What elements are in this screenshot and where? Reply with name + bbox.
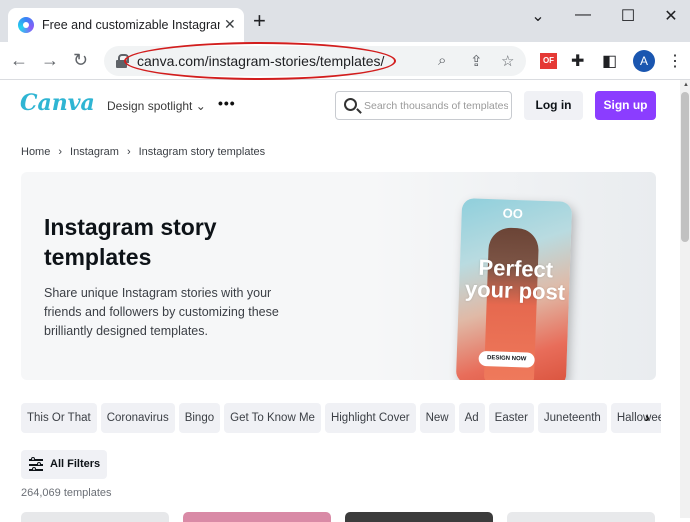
- all-filters-label: All Filters: [50, 458, 101, 470]
- reload-icon[interactable]: ↻: [73, 50, 88, 71]
- template-thumbnail[interactable]: [21, 512, 169, 522]
- chip-highlight-cover[interactable]: Highlight Cover: [324, 403, 416, 433]
- template-thumbnail[interactable]: [507, 512, 655, 522]
- zoom-icon[interactable]: ⌕: [438, 52, 446, 69]
- back-arrow-icon[interactable]: ←: [10, 50, 28, 71]
- phone-headline: Perfect your post: [464, 254, 566, 305]
- profile-avatar[interactable]: A: [633, 50, 655, 72]
- minimize-button[interactable]: —: [568, 6, 598, 26]
- canva-page: Canva Design spotlight ⌄ ••• Log in Sign…: [0, 80, 690, 522]
- search-box[interactable]: [335, 91, 512, 120]
- search-icon: [344, 98, 357, 111]
- chip-this-or-that[interactable]: This Or That: [21, 403, 97, 433]
- browser-toolbar: ← → ↻ canva.com/instagram-stories/templa…: [0, 42, 690, 80]
- filter-sliders-icon: [29, 457, 43, 471]
- side-panel-icon[interactable]: ◧: [602, 51, 617, 71]
- maximize-button[interactable]: ☐: [613, 6, 643, 26]
- chip-ad[interactable]: Ad: [458, 403, 485, 433]
- scroll-up-icon[interactable]: ▲: [683, 82, 689, 88]
- close-window-button[interactable]: ✕: [656, 6, 686, 26]
- page-scrollbar[interactable]: ▲: [680, 80, 690, 518]
- scroll-thumb[interactable]: [681, 92, 689, 242]
- browser-menu-icon[interactable]: ⋮: [667, 51, 683, 71]
- breadcrumb: Home › Instagram › Instagram story templates: [21, 146, 265, 158]
- template-count: 264,069 templates: [21, 487, 112, 499]
- design-spotlight-menu[interactable]: Design spotlight ⌄: [107, 99, 206, 113]
- chip-juneteenth[interactable]: Juneteenth: [537, 403, 607, 433]
- template-thumbnail[interactable]: [345, 512, 493, 522]
- hero-description: Share unique Instagram stories with your…: [44, 286, 279, 338]
- bookmark-star-icon[interactable]: ☆: [501, 52, 514, 70]
- canva-logo[interactable]: Canva: [20, 90, 95, 116]
- chip-get-to-know-me[interactable]: Get To Know Me: [224, 403, 321, 433]
- login-button[interactable]: Log in: [524, 91, 583, 120]
- phone-logo: OO: [502, 205, 524, 222]
- breadcrumb-current: Instagram story templates: [138, 146, 266, 158]
- template-thumbnail[interactable]: [183, 512, 331, 522]
- chevron-right-icon: ›: [126, 146, 131, 158]
- extension-badge-icon[interactable]: OF: [540, 53, 557, 69]
- hero-banner: Instagram story templates Share unique I…: [21, 172, 656, 380]
- share-icon[interactable]: ⇪: [470, 52, 483, 70]
- browser-tab-bar: Free and customizable Instagram story te…: [0, 0, 690, 42]
- chip-halloween[interactable]: Halloween: [610, 403, 661, 433]
- search-input[interactable]: [364, 98, 508, 114]
- new-tab-button[interactable]: +: [253, 10, 266, 32]
- category-chips: This Or That Coronavirus Bingo Get To Know …: [21, 403, 661, 433]
- forward-arrow-icon[interactable]: →: [41, 50, 59, 71]
- tab-close-icon[interactable]: ✕: [224, 16, 236, 33]
- breadcrumb-instagram[interactable]: Instagram: [70, 146, 119, 158]
- chip-new[interactable]: New: [419, 403, 455, 433]
- red-annotation-circle: [124, 42, 396, 80]
- canva-favicon-icon: [18, 17, 34, 33]
- chevron-right-icon: ›: [58, 146, 63, 158]
- chip-bingo[interactable]: Bingo: [178, 403, 221, 433]
- extensions-puzzle-icon[interactable]: ✚: [571, 51, 584, 71]
- chevron-right-icon[interactable]: ›: [645, 409, 650, 425]
- more-menu-icon[interactable]: •••: [218, 95, 236, 111]
- tab-title: Free and customizable Instagram story te…: [42, 18, 220, 32]
- signup-button[interactable]: Sign up: [595, 91, 656, 120]
- phone-cta-button: DESIGN NOW: [478, 350, 535, 368]
- all-filters-button[interactable]: All Filters: [21, 450, 107, 479]
- browser-tab[interactable]: Free and customizable Instagram story te…: [8, 8, 244, 42]
- chip-coronavirus[interactable]: Coronavirus: [100, 403, 175, 433]
- hero-phone-image: OO Perfect your post DESIGN NOW: [455, 198, 573, 380]
- tab-search-dropdown-icon[interactable]: ⌄: [523, 6, 553, 26]
- page-title: Instagram story templates: [44, 214, 217, 270]
- breadcrumb-home[interactable]: Home: [21, 146, 50, 158]
- address-bar[interactable]: canva.com/instagram-stories/templates/ ⌕…: [104, 42, 526, 80]
- chip-easter[interactable]: Easter: [488, 403, 534, 433]
